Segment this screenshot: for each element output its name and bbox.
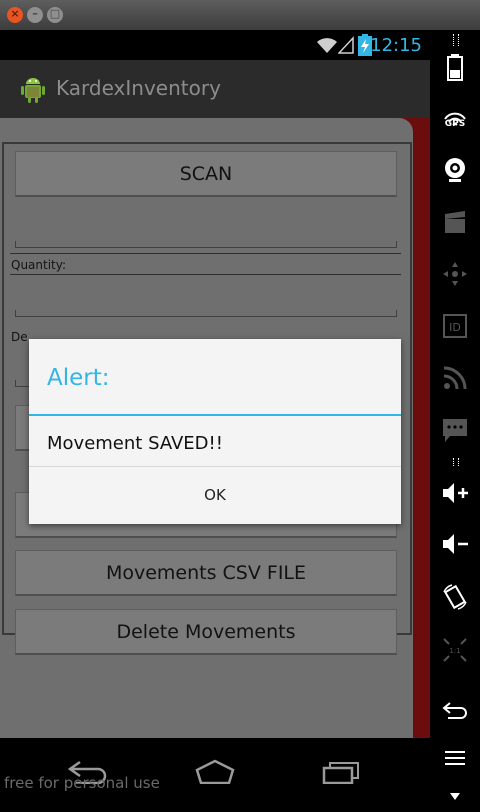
window-minimize-button[interactable]: – (27, 7, 43, 23)
camera-icon[interactable] (440, 155, 470, 185)
dpad-icon[interactable] (440, 259, 470, 289)
divider (10, 274, 401, 275)
dialog-title-divider (29, 414, 401, 416)
status-bar: 12:15 (0, 30, 430, 60)
dialog-message: Movement SAVED!! (47, 433, 223, 454)
window-close-button[interactable]: × (7, 7, 23, 23)
movements-csv-button[interactable]: Movements CSV FILE (15, 550, 397, 596)
dialog-title: Alert: (47, 365, 110, 391)
dialog-ok-button[interactable]: OK (29, 467, 401, 524)
android-app-icon (21, 78, 45, 103)
back-icon[interactable] (440, 695, 470, 725)
wifi-icon (317, 38, 337, 53)
quantity-field[interactable] (15, 310, 397, 317)
action-bar: KardexInventory (0, 60, 430, 118)
barcode-field[interactable] (15, 241, 397, 248)
scale-one-to-one-icon[interactable]: 1:1 (440, 635, 470, 665)
battery-icon[interactable] (440, 52, 470, 82)
scan-button[interactable]: SCAN (15, 151, 397, 197)
rotate-screen-icon[interactable] (440, 582, 470, 612)
recent-apps-icon[interactable] (320, 758, 364, 784)
chevron-down-icon[interactable] (440, 782, 470, 812)
svg-text:ID: ID (449, 321, 461, 334)
gps-label: GPS (444, 119, 466, 129)
menu-icon[interactable] (440, 747, 470, 777)
svg-text:1:1: 1:1 (449, 647, 460, 655)
alert-dialog: Alert: Movement SAVED!! OK (29, 339, 401, 524)
home-icon[interactable] (193, 758, 237, 784)
volume-up-icon[interactable] (440, 478, 470, 508)
sms-message-icon[interactable] (440, 415, 470, 445)
device-screen: 12:15 KardexInventory SCAN Quantity: De (0, 30, 430, 800)
divider (10, 253, 401, 254)
grip-icon (453, 458, 459, 466)
device-id-icon[interactable]: ID (440, 311, 470, 341)
window-title-bar: × – □ (0, 0, 480, 30)
quantity-label: Quantity: (11, 258, 67, 272)
grip-icon (453, 34, 459, 46)
emulator-sidebar: GPS ID 1:1 (430, 30, 480, 800)
video-clapper-icon[interactable] (440, 207, 470, 237)
watermark-text: free for personal use (4, 774, 160, 792)
window-maximize-button[interactable]: □ (47, 7, 63, 23)
delete-movements-button[interactable]: Delete Movements (15, 609, 397, 655)
signal-icon (338, 36, 354, 54)
status-time: 12:15 (370, 35, 422, 56)
app-title: KardexInventory (56, 76, 221, 100)
volume-down-icon[interactable] (440, 529, 470, 559)
rss-feed-icon[interactable] (440, 363, 470, 393)
description-label: De (11, 330, 28, 344)
